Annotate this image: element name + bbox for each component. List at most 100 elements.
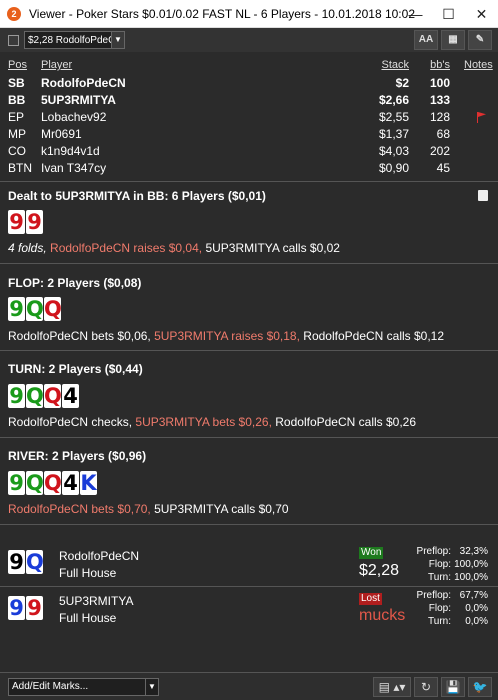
flop-actions: RodolfoPdeCN bets $0,06, 5UP3RMITYA rais…: [8, 329, 444, 343]
maximize-button[interactable]: ☐: [432, 0, 465, 28]
card: 9: [26, 210, 43, 234]
card: K: [80, 471, 97, 495]
window-title: Viewer - Poker Stars $0.01/0.02 FAST NL …: [29, 6, 415, 21]
row-player: 5UP3RMITYA: [41, 93, 116, 107]
hole-cards: 9 9: [8, 210, 43, 234]
stat-value: 67,7%: [459, 590, 488, 601]
card: Q: [44, 384, 62, 408]
twitter-icon[interactable]: 🐦: [468, 677, 492, 697]
action-text: 5UP3RMITYA calls $0,70: [154, 502, 289, 516]
table-row: EP Lobachev92 $2,55 128: [0, 109, 498, 126]
action-text: 4 folds,: [8, 241, 51, 255]
replay-icon[interactable]: ↻: [414, 677, 438, 697]
card: 9: [8, 596, 25, 620]
showdown-hand: Full House: [59, 566, 117, 580]
action-text: RodolfoPdeCN checks,: [8, 415, 136, 429]
hand-checkbox[interactable]: [8, 34, 19, 46]
row-player: k1n9d4v1d: [41, 144, 100, 158]
row-pos: EP: [8, 110, 25, 124]
action-text: 5UP3RMITYA raises $0,18,: [154, 329, 304, 343]
action-text: 5UP3RMITYA bets $0,26,: [135, 415, 276, 429]
action-text: RodolfoPdeCN bets $0,70,: [8, 502, 155, 516]
row-stack: $1,37: [378, 127, 409, 141]
font-size-button[interactable]: AA: [414, 30, 438, 50]
table-row: CO k1n9d4v1d $4,03 202: [0, 143, 498, 160]
row-player: RodolfoPdeCN: [41, 76, 126, 90]
divider: [0, 263, 498, 264]
mucks-label: mucks: [359, 607, 406, 624]
copy-icon[interactable]: [478, 190, 488, 201]
save-icon[interactable]: 💾: [441, 677, 465, 697]
header-bbs[interactable]: bb's: [430, 59, 450, 71]
action-text: 5UP3RMITYA calls $0,02: [205, 241, 340, 255]
divider: [0, 586, 498, 587]
won-amount: $2,28: [359, 562, 400, 579]
stat-label: Preflop:: [416, 546, 451, 557]
card: Q: [44, 471, 62, 495]
row-bbs: 45: [436, 161, 450, 175]
stat-label: Turn:: [428, 572, 451, 583]
edit-icon[interactable]: ✎: [468, 30, 492, 50]
river-title: RIVER: 2 Players ($0,96): [8, 449, 147, 463]
header-stack[interactable]: Stack: [381, 59, 409, 71]
preflop-actions: 4 folds, RodolfoPdeCN raises $0,04, 5UP3…: [8, 241, 340, 255]
row-stack: $2: [395, 76, 409, 90]
table-row: SB RodolfoPdeCN $2 100: [0, 75, 498, 92]
row-bbs: 68: [436, 127, 450, 141]
bottom-bar: Add/Edit Marks... ▼ ▤ ▴▾ ↻ 💾 🐦: [0, 672, 498, 700]
showdown-player: RodolfoPdeCN: [59, 549, 140, 563]
grid-icon[interactable]: ▦: [441, 30, 465, 50]
stat-value: 32,3%: [459, 546, 488, 557]
card: 4: [62, 384, 79, 408]
players-table: Pos Player Stack bb's Notes SB RodolfoPd…: [0, 58, 498, 177]
flag-icon[interactable]: [478, 112, 486, 117]
action-text: RodolfoPdeCN raises $0,04,: [50, 241, 206, 255]
card: 9: [8, 550, 25, 574]
row-bbs: 202: [429, 144, 450, 158]
card: Q: [26, 471, 44, 495]
row-stack: $2,55: [378, 110, 409, 124]
card: Q: [26, 550, 44, 574]
card: 9: [8, 471, 25, 495]
row-stack: $0,90: [378, 161, 409, 175]
table-row: BB 5UP3RMITYA $2,66 133: [0, 92, 498, 109]
hand-select[interactable]: $2,28 RodolfoPdeCN ▼: [24, 31, 125, 49]
action-text: RodolfoPdeCN bets $0,06,: [8, 329, 155, 343]
marks-select[interactable]: Add/Edit Marks... ▼: [8, 678, 159, 696]
row-player: Mr0691: [41, 127, 82, 141]
river-actions: RodolfoPdeCN bets $0,70, 5UP3RMITYA call…: [8, 502, 289, 516]
flop-cards: 9 Q Q: [8, 297, 62, 321]
header-notes[interactable]: Notes: [464, 59, 493, 71]
card: 9: [26, 596, 43, 620]
stat-label: Flop:: [428, 559, 451, 570]
row-bbs: 133: [429, 93, 450, 107]
row-player: Ivan T347cy: [41, 161, 107, 175]
close-button[interactable]: ✕: [465, 0, 498, 28]
row-player: Lobachev92: [41, 110, 107, 124]
app-icon: 2: [7, 6, 21, 21]
river-cards: 9 Q Q 4 K: [8, 471, 97, 495]
stat-value: 0,0%: [465, 603, 488, 614]
turn-actions: RodolfoPdeCN checks, 5UP3RMITYA bets $0,…: [8, 415, 416, 429]
card: 9: [8, 384, 25, 408]
header-pos[interactable]: Pos: [8, 59, 27, 71]
row-bbs: 100: [429, 76, 450, 90]
card: 9: [8, 210, 25, 234]
table-row: MP Mr0691 $1,37 68: [0, 126, 498, 143]
minimize-button[interactable]: —: [399, 0, 432, 28]
turn-title: TURN: 2 Players ($0,44): [8, 362, 143, 376]
divider: [0, 524, 498, 525]
card: 4: [62, 471, 79, 495]
preflop-title: Dealt to 5UP3RMITYA in BB: 6 Players ($0…: [8, 189, 266, 203]
stat-label: Flop:: [428, 603, 451, 614]
header-player[interactable]: Player: [41, 59, 72, 71]
report-icon[interactable]: ▤ ▴▾: [373, 677, 411, 697]
showdown-cards: 9 Q: [8, 550, 44, 574]
turn-cards: 9 Q Q 4: [8, 384, 79, 408]
action-text: RodolfoPdeCN calls $0,12: [303, 329, 445, 343]
divider: [0, 181, 498, 182]
equity-stats: Preflop: 67,7% Flop: 0,0% Turn: 0,0%: [416, 590, 488, 629]
divider: [0, 437, 498, 438]
divider: [0, 350, 498, 351]
stat-value: 100,0%: [454, 559, 488, 570]
